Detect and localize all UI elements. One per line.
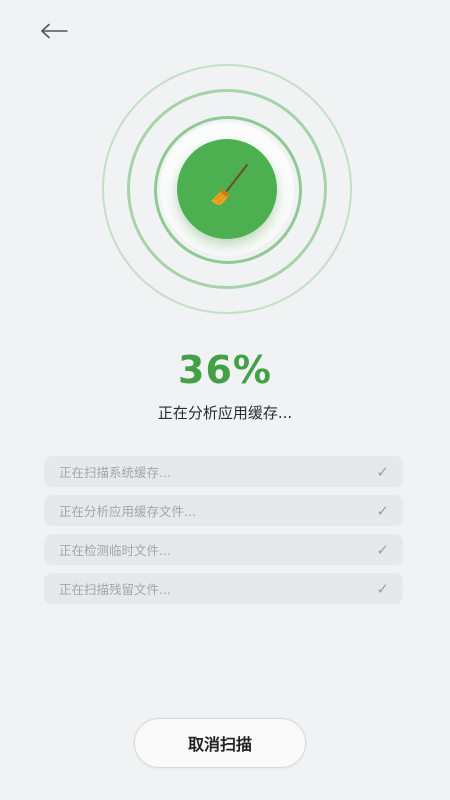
arrow-left-icon <box>40 23 68 39</box>
check-icon: ✓ <box>376 501 389 520</box>
scan-task-list: 正在扫描系统缓存... ✓ 正在分析应用缓存文件... ✓ 正在检测临时文件..… <box>44 456 403 612</box>
task-item: 正在检测临时文件... ✓ <box>44 534 403 565</box>
cancel-scan-button[interactable]: 取消扫描 <box>134 718 306 768</box>
broom-icon <box>199 159 255 219</box>
back-button[interactable] <box>34 16 74 46</box>
scan-core <box>177 139 277 239</box>
task-item: 正在扫描残留文件... ✓ <box>44 573 403 604</box>
check-icon: ✓ <box>376 540 389 559</box>
scan-status-text: 正在分析应用缓存... <box>157 404 293 422</box>
task-item: 正在扫描系统缓存... ✓ <box>44 456 403 487</box>
task-label: 正在检测临时文件... <box>59 543 171 558</box>
scan-progress-percent: 36% <box>178 348 272 392</box>
scan-radar <box>102 64 352 314</box>
check-icon: ✓ <box>376 462 389 481</box>
task-item: 正在分析应用缓存文件... ✓ <box>44 495 403 526</box>
task-label: 正在扫描残留文件... <box>59 582 171 597</box>
task-label: 正在扫描系统缓存... <box>59 465 171 480</box>
check-icon: ✓ <box>376 579 389 598</box>
task-label: 正在分析应用缓存文件... <box>59 504 196 519</box>
